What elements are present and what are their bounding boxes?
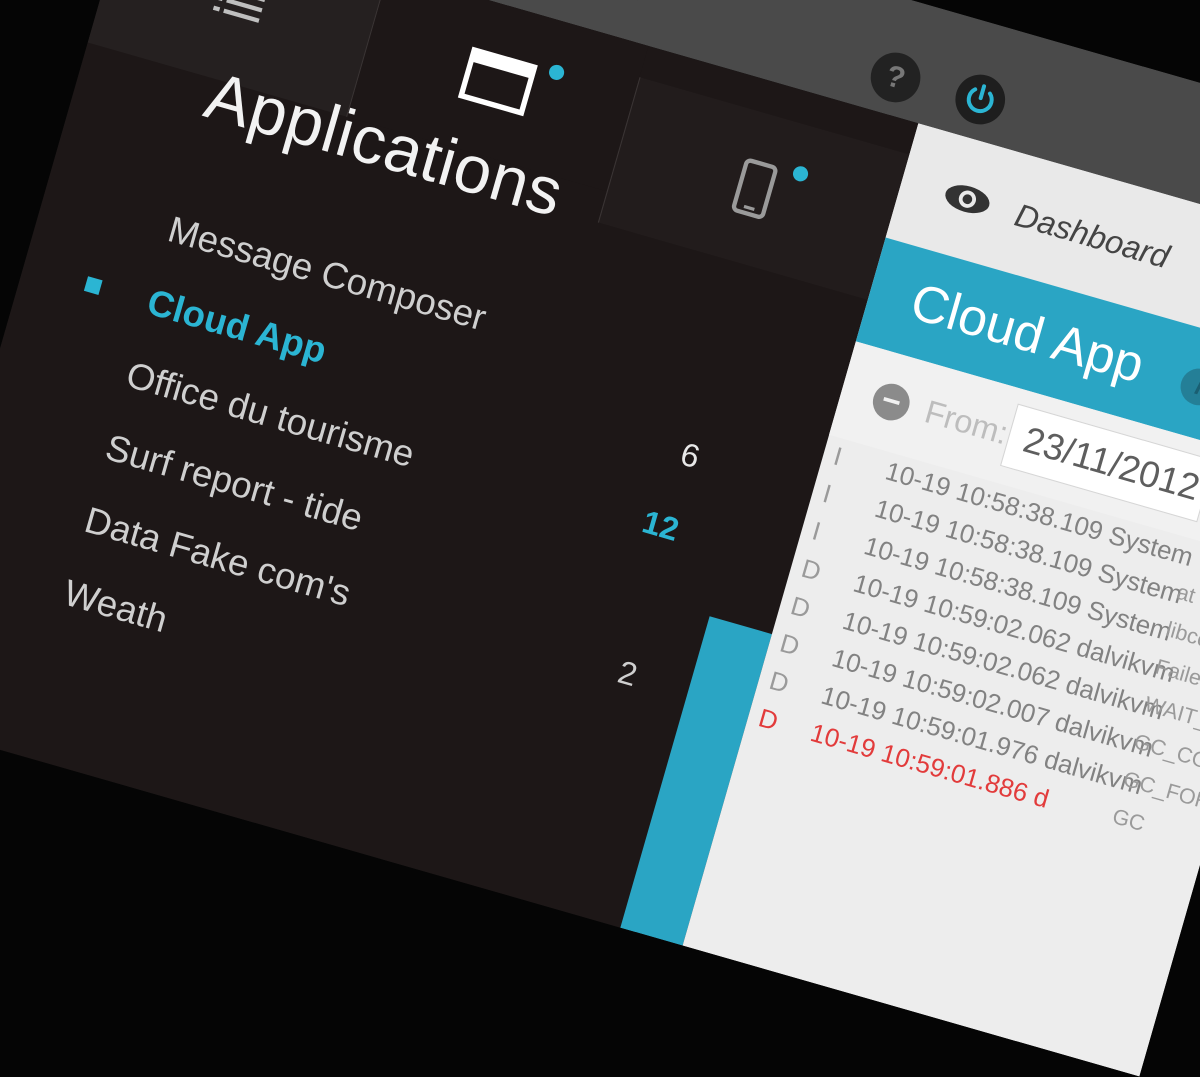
log-level: D: [787, 591, 814, 625]
power-icon[interactable]: [949, 68, 1011, 131]
selected-marker: [83, 276, 103, 295]
tab-devices[interactable]: [597, 77, 910, 300]
tab-applications-dot: [547, 63, 566, 82]
power-glyph: [966, 84, 994, 114]
app-screen: LogViewer ?: [0, 0, 1200, 1077]
app-label: Weath: [59, 571, 173, 641]
log-level: I: [819, 479, 835, 510]
app-count: 2: [613, 654, 642, 694]
log-message: Failed: [1152, 655, 1200, 695]
log-message: GC: [1109, 804, 1148, 837]
log-level: I: [808, 516, 824, 547]
log-level: D: [765, 666, 792, 700]
phone-icon: [731, 158, 777, 219]
from-label: From:: [920, 394, 1012, 452]
tab-devices-dot: [791, 164, 810, 184]
help-icon[interactable]: ?: [864, 46, 927, 109]
log-level: D: [776, 628, 803, 662]
app-count: 6: [676, 436, 704, 476]
log-level: D: [755, 703, 782, 737]
log-message: libco: [1163, 617, 1200, 653]
log-level: D: [798, 554, 825, 588]
eye-icon: [945, 185, 990, 214]
info-icon[interactable]: i: [1176, 364, 1200, 410]
log-level: I: [830, 441, 846, 472]
minus-icon[interactable]: −: [868, 379, 914, 425]
window-icon: [457, 46, 538, 117]
app-count: 12: [638, 504, 683, 549]
dashboard-label: Dashboard: [1010, 197, 1174, 276]
list-icon: [212, 0, 266, 23]
